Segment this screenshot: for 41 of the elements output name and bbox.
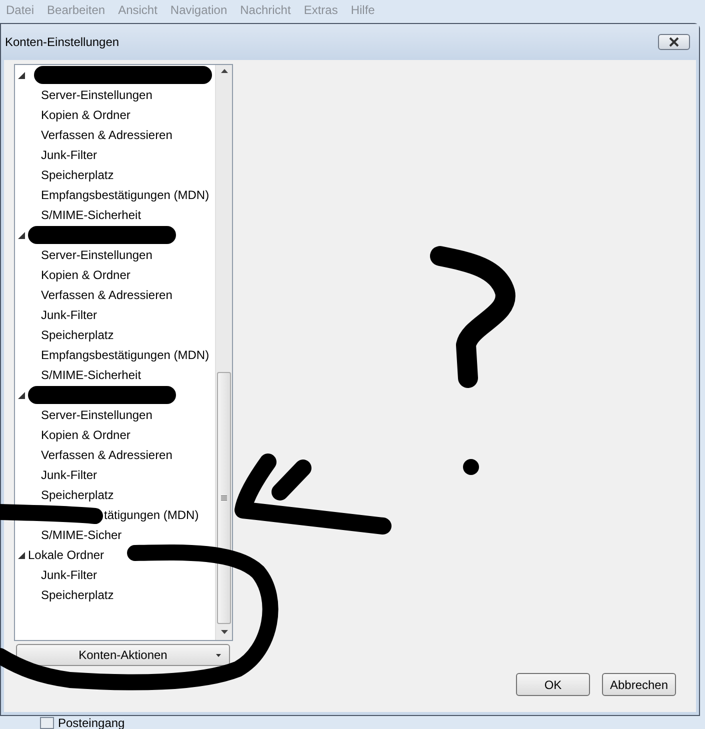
- tree-item[interactable]: Speicherplatz: [41, 486, 114, 504]
- tree-item[interactable]: Verfassen & Adressieren: [41, 286, 172, 304]
- tree-item[interactable]: Verfassen & Adressieren: [41, 446, 172, 464]
- window-title: Konten-Einstellungen: [5, 34, 120, 51]
- grip-icon: [221, 495, 227, 501]
- tree-item[interactable]: Server-Einstellungen: [41, 246, 152, 264]
- close-icon: [668, 37, 680, 47]
- tree-item[interactable]: Junk-Filter: [41, 146, 98, 164]
- tree-item[interactable]: Speicherplatz: [41, 166, 114, 184]
- tree-item[interactable]: S/MIME-Sicher: [41, 526, 122, 544]
- tree-item[interactable]: Junk-Filter: [41, 306, 98, 324]
- tree-item[interactable]: Server-Einstellungen: [41, 86, 152, 104]
- tree-item[interactable]: Junk-Filter: [41, 566, 98, 584]
- caret-icon: [216, 654, 221, 657]
- tree-item[interactable]: S/MIME-Sicherheit: [41, 366, 142, 384]
- tree-item[interactable]: Kopien & Ordner: [41, 106, 130, 124]
- account-actions-dropdown[interactable]: Konten-Aktionen: [16, 644, 230, 666]
- tree-item[interactable]: Speicherplatz: [41, 326, 114, 344]
- tree-item[interactable]: Empfangsbestätigungen (MDN): [41, 346, 210, 364]
- tree-item[interactable]: Speicherplatz: [41, 586, 114, 604]
- inbox-icon: [40, 717, 54, 729]
- expanded-triangle-icon[interactable]: [18, 232, 25, 238]
- scroll-up-icon[interactable]: [220, 69, 228, 73]
- expanded-triangle-icon[interactable]: [18, 552, 25, 558]
- ok-button[interactable]: OK: [516, 673, 590, 696]
- tree-item[interactable]: Lokale Ordner: [28, 546, 104, 564]
- expanded-triangle-icon[interactable]: [18, 392, 25, 398]
- tree-item[interactable]: Junk-Filter: [41, 466, 98, 484]
- cancel-button[interactable]: Abbrechen: [602, 673, 676, 696]
- tree-item[interactable]: Empfangsbestätigungen (MDN): [41, 186, 210, 204]
- scroll-down-icon[interactable]: [220, 630, 228, 634]
- tree-item[interactable]: Verfassen & Adressieren: [41, 126, 172, 144]
- close-button[interactable]: [658, 34, 690, 50]
- expanded-triangle-icon[interactable]: [18, 72, 25, 78]
- scrollbar[interactable]: [215, 65, 232, 640]
- tree-item[interactable]: Kopien & Ordner: [41, 266, 130, 284]
- tree-item[interactable]: tätigungen (MDN): [104, 506, 199, 524]
- tree-item[interactable]: Kopien & Ordner: [41, 426, 130, 444]
- tree-item[interactable]: Server-Einstellungen: [41, 406, 152, 424]
- scrollbar-thumb[interactable]: [217, 372, 231, 624]
- tree-item[interactable]: S/MIME-Sicherheit: [41, 206, 142, 224]
